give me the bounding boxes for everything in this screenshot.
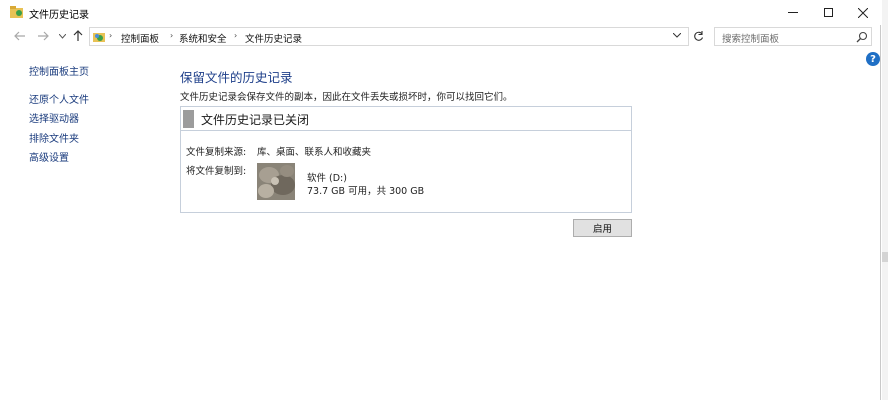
page-description: 文件历史记录会保存文件的副本，因此在文件丢失或损坏时，你可以找回它们。 [180, 92, 513, 103]
maximize-button[interactable] [810, 0, 846, 25]
refresh-icon [693, 30, 703, 41]
minimize-icon [788, 12, 798, 13]
breadcrumb-separator: › [109, 31, 113, 40]
forward-button[interactable] [36, 29, 50, 43]
copy-from-label: 文件复制来源: [186, 147, 247, 158]
enable-button[interactable]: 启用 [573, 219, 632, 237]
navigation-bar: › 控制面板 › 系统和安全 › 文件历史记录 搜索控制面板 [0, 25, 881, 48]
title-bar: 文件历史记录 [0, 0, 881, 25]
app-icon [10, 6, 23, 18]
copy-to-label: 将文件复制到: [186, 166, 247, 177]
background-window-element [882, 252, 888, 262]
forward-arrow-icon [38, 31, 49, 41]
breadcrumb-system-security[interactable]: 系统和安全 [179, 31, 227, 45]
up-arrow-icon [73, 30, 83, 41]
sidebar-item-advanced-settings[interactable]: 高级设置 [29, 149, 69, 164]
status-title: 文件历史记录已关闭 [201, 113, 310, 127]
file-history-window: 文件历史记录 › 控制面板 › 系统和安全 › 文件历史记录 搜索控制面板 ? … [0, 0, 881, 400]
close-icon [858, 7, 868, 18]
maximize-icon [823, 8, 833, 17]
window-title: 文件历史记录 [29, 10, 89, 21]
sidebar-item-select-drive[interactable]: 选择驱动器 [29, 110, 79, 125]
address-bar[interactable]: › 控制面板 › 系统和安全 › 文件历史记录 [89, 27, 689, 46]
background-window-edge [882, 0, 888, 400]
drive-name: 软件 (D:) [307, 173, 347, 184]
breadcrumb-separator[interactable]: › [170, 31, 173, 40]
recent-locations-button[interactable] [55, 29, 69, 43]
drive-thumbnail [257, 163, 295, 200]
control-panel-icon [93, 33, 105, 42]
status-indicator [183, 110, 194, 128]
status-header: 文件历史记录已关闭 [181, 107, 631, 131]
address-dropdown-icon[interactable] [672, 31, 682, 40]
sidebar-item-exclude-folders[interactable]: 排除文件夹 [29, 130, 79, 145]
recent-dropdown-icon [58, 33, 66, 39]
sidebar-item-control-panel-home[interactable]: 控制面板主页 [29, 63, 89, 78]
back-arrow-icon [14, 31, 25, 41]
sidebar-item-restore-personal-files[interactable]: 还原个人文件 [29, 91, 89, 106]
search-input[interactable]: 搜索控制面板 [714, 27, 872, 46]
copy-from-value: 库、桌面、联系人和收藏夹 [257, 147, 372, 158]
back-button[interactable] [13, 29, 27, 43]
help-icon[interactable]: ? [866, 52, 880, 66]
close-button[interactable] [845, 0, 881, 25]
drive-space: 73.7 GB 可用，共 300 GB [307, 186, 425, 197]
breadcrumb-file-history[interactable]: 文件历史记录 [245, 31, 302, 45]
breadcrumb-separator[interactable]: › [234, 31, 237, 40]
minimize-button[interactable] [775, 0, 811, 25]
refresh-button[interactable] [690, 28, 706, 44]
up-button[interactable] [71, 29, 85, 43]
search-placeholder: 搜索控制面板 [722, 34, 780, 45]
status-panel: 文件历史记录已关闭 文件复制来源: 库、桌面、联系人和收藏夹 将文件复制到: 软… [180, 106, 632, 213]
page-title: 保留文件的历史记录 [180, 70, 293, 85]
search-icon[interactable] [856, 31, 868, 43]
breadcrumb-control-panel[interactable]: 控制面板 [121, 31, 159, 45]
